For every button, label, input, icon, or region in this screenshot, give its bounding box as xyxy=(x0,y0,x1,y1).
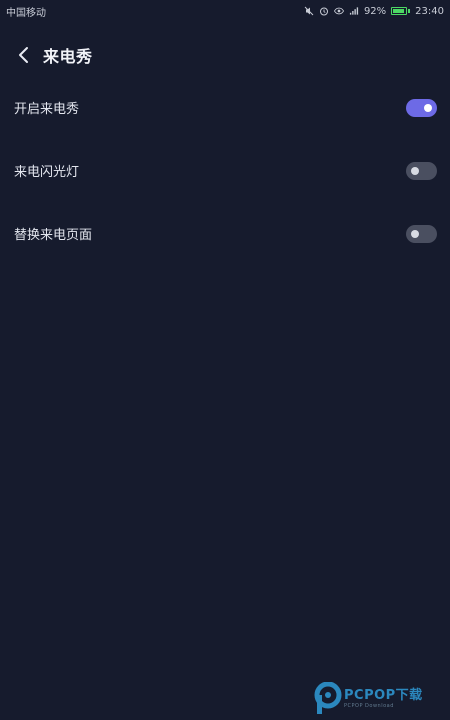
eye-icon xyxy=(333,6,344,16)
setting-label: 开启来电秀 xyxy=(14,102,80,117)
setting-row-enable-caller-show: 开启来电秀 xyxy=(0,76,450,139)
toggle-knob xyxy=(411,229,419,238)
chevron-left-icon xyxy=(19,47,28,63)
pcpop-logo-icon xyxy=(314,682,342,714)
status-time: 23:40 xyxy=(415,5,444,17)
watermark-brand: PCPOP下载 xyxy=(344,688,423,703)
setting-label: 来电闪光灯 xyxy=(14,165,80,180)
toggle-switch[interactable] xyxy=(406,161,437,180)
title-bar: 来电秀 xyxy=(0,36,450,74)
watermark-sub: PCPOP Download xyxy=(344,703,394,709)
setting-label: 替换来电页面 xyxy=(14,228,93,243)
battery-percent: 92% xyxy=(363,5,387,17)
page-title: 来电秀 xyxy=(43,47,93,66)
setting-row-flash-light: 来电闪光灯 xyxy=(0,139,450,202)
status-right: 92% 23:40 xyxy=(304,6,444,17)
alarm-icon xyxy=(319,6,329,16)
toggle-switch[interactable] xyxy=(406,224,437,243)
settings-list: 开启来电秀 来电闪光灯 替换来电页面 xyxy=(0,76,450,265)
back-button[interactable] xyxy=(5,36,43,74)
watermark: PCPOP下载 PCPOP Download xyxy=(312,680,448,718)
toggle-knob xyxy=(411,166,419,175)
status-left: 中国移动 xyxy=(6,4,46,19)
toggle-switch[interactable] xyxy=(406,98,437,117)
battery-icon xyxy=(391,7,411,15)
status-bar: 中国移动 92% 23:40 xyxy=(0,0,450,22)
setting-row-replace-call-page: 替换来电页面 xyxy=(0,202,450,265)
signal-icon xyxy=(349,6,359,16)
carrier-label: 中国移动 xyxy=(6,7,46,19)
toggle-knob xyxy=(424,103,432,112)
mute-icon xyxy=(304,6,314,16)
